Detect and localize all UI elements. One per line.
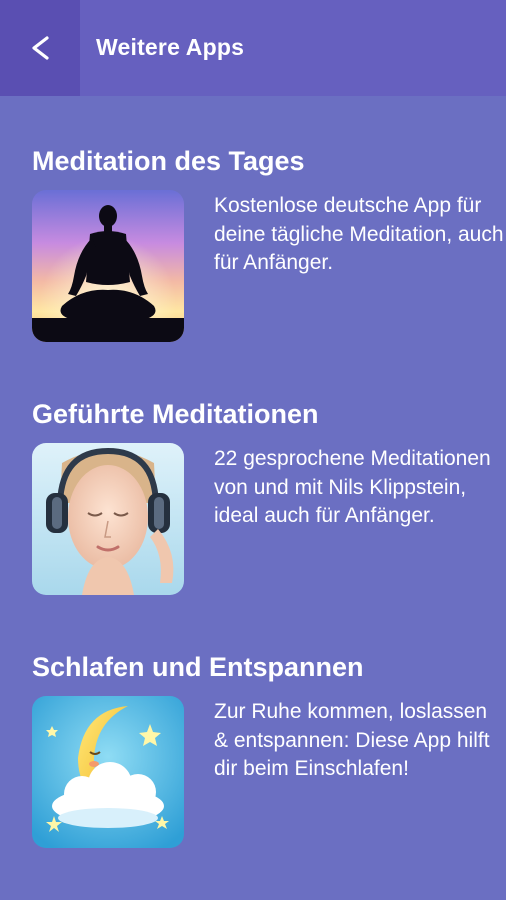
woman-headphones-icon[interactable] xyxy=(32,443,184,595)
page-title: Weitere Apps xyxy=(96,34,245,60)
app-description: Kostenlose deutsche App für deine täglic… xyxy=(214,194,504,274)
meditation-silhouette-icon[interactable] xyxy=(32,190,184,342)
app-description: Zur Ruhe kommen, loslassen & entspannen:… xyxy=(214,700,490,780)
app-title[interactable]: Schlafen und Entspannen xyxy=(32,652,364,683)
app-item-meditation-des-tages[interactable]: Meditation des Tages Kostenlose deutsche… xyxy=(32,146,504,376)
app-title[interactable]: Meditation des Tages xyxy=(32,146,305,177)
app-bar: Weitere Apps xyxy=(0,0,506,96)
app-description: 22 gesprochene Meditationen von und mit … xyxy=(214,447,491,527)
app-item-schlafen-und-entspannen[interactable]: Schlafen und Entspannen Zur Ruhe kommen,… xyxy=(32,652,502,882)
sleeping-moon-icon[interactable] xyxy=(32,696,184,848)
back-button[interactable] xyxy=(0,0,80,96)
app-title[interactable]: Geführte Meditationen xyxy=(32,399,319,430)
app-item-gefuehrte-meditationen[interactable]: Geführte Meditationen 22 gesprochene Med… xyxy=(32,399,502,629)
chevron-left-icon xyxy=(32,36,49,60)
